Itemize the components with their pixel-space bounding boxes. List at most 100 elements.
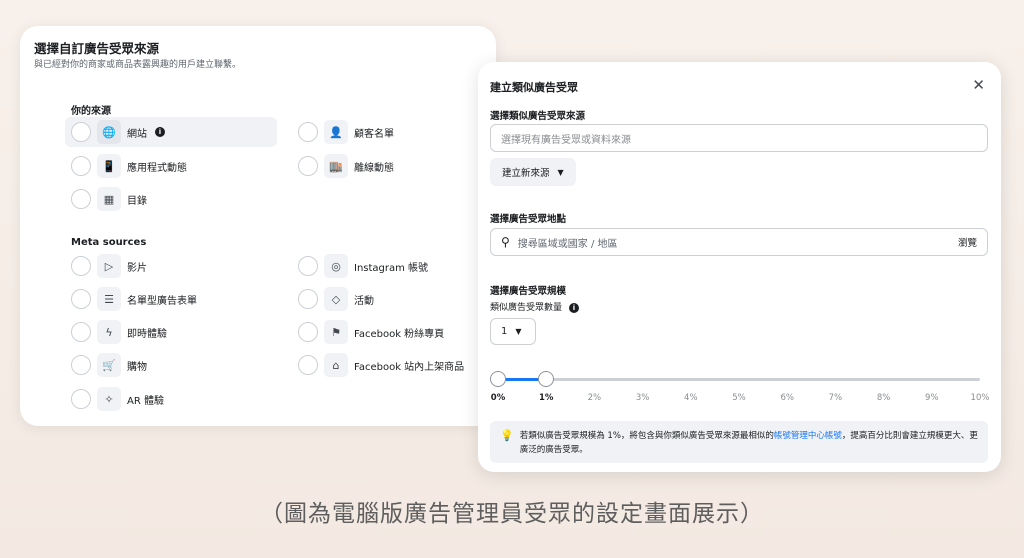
option-label: Facebook 粉絲專頁 <box>354 328 445 340</box>
source-option-facebook-listings[interactable]: ⌂ Facebook 站內上架商品 <box>292 350 492 380</box>
radio-button[interactable] <box>298 156 318 176</box>
source-option-app-activity[interactable]: 📱 應用程式動態 <box>65 151 277 181</box>
slider-end-handle[interactable] <box>538 371 555 387</box>
option-label: 影片 <box>127 262 147 274</box>
source-option-offline-activity[interactable]: 🏬 離線動態 <box>292 151 492 181</box>
option-label: 即時體驗 <box>127 328 167 340</box>
globe-icon: 🌐 <box>97 120 121 144</box>
card-subtitle: 與已經對你的商家或商品表露興趣的用戶建立聯繫。 <box>34 60 242 70</box>
accounts-center-link[interactable]: 帳號管理中心帳號 <box>774 431 842 441</box>
option-label: 網站 <box>127 128 147 140</box>
radio-button[interactable] <box>71 156 91 176</box>
location-placeholder: 搜尋區域或國家 / 地區 <box>517 238 618 250</box>
audience-size-note: 💡 若類似廣告受眾規模為 1%，將包含與你類似廣告受眾來源最相似的帳號管理中心帳… <box>490 421 988 463</box>
radio-button[interactable] <box>71 355 91 375</box>
source-option-customer-list[interactable]: 👤 顧客名單 <box>292 117 492 147</box>
option-label: 購物 <box>127 361 147 373</box>
card-title: 選擇自訂廣告受眾來源 <box>34 41 160 56</box>
radio-button[interactable] <box>71 189 91 209</box>
page-icon: ⚑ <box>324 320 348 344</box>
slider-tick-label: 3% <box>635 393 650 403</box>
option-label: AR 體驗 <box>127 395 164 407</box>
radio-button[interactable] <box>71 322 91 342</box>
browse-link[interactable]: 瀏覽 <box>958 235 977 249</box>
lookalike-count-select[interactable]: 1 ▼ <box>490 318 536 345</box>
radio-button[interactable] <box>298 322 318 342</box>
note-text-part: 若類似廣告受眾規模為 1%，將包含與你類似廣告受眾來源最相似的 <box>519 431 774 441</box>
button-label: 建立新來源 <box>502 168 550 179</box>
info-icon[interactable]: i <box>155 127 165 137</box>
location-search-input[interactable]: ⚲ 搜尋區域或國家 / 地區 瀏覽 <box>490 228 988 256</box>
your-sources-heading: 你的來源 <box>71 106 111 117</box>
store-icon: 🏬 <box>324 154 348 178</box>
sparkle-icon: ✧ <box>97 387 121 411</box>
source-option-instagram[interactable]: ◎ Instagram 帳號 <box>292 251 492 281</box>
slider-start-handle[interactable] <box>490 371 506 387</box>
location-field-label: 選擇廣告受眾地點 <box>490 214 567 225</box>
cart-icon: 🛒 <box>97 353 121 377</box>
meta-sources-heading: Meta sources <box>71 237 147 248</box>
radio-button[interactable] <box>71 389 91 409</box>
grid-icon: ▦ <box>97 187 121 211</box>
slider-tick-label: 4% <box>684 393 698 403</box>
source-option-website[interactable]: 🌐 網站 i <box>65 117 277 147</box>
source-input[interactable]: 選擇現有廣告受眾或資料來源 <box>490 124 988 152</box>
lookalike-audience-dialog: 建立類似廣告受眾 ✕ 選擇類似廣告受眾來源 選擇現有廣告受眾或資料來源 建立新來… <box>478 62 1001 472</box>
radio-button[interactable] <box>71 122 91 142</box>
option-label: Facebook 站內上架商品 <box>354 361 465 373</box>
option-label: Instagram 帳號 <box>354 262 429 274</box>
image-caption: （圖為電腦版廣告管理員受眾的設定畫面展示） <box>260 501 764 527</box>
option-label: 離線動態 <box>354 162 394 174</box>
slider-tick-label: 7% <box>828 393 843 403</box>
radio-button[interactable] <box>298 355 318 375</box>
close-icon[interactable]: ✕ <box>972 76 985 94</box>
dialog-title: 建立類似廣告受眾 <box>490 81 578 94</box>
form-list-icon: ☰ <box>97 287 121 311</box>
caret-down-icon: ▼ <box>557 167 564 177</box>
radio-button[interactable] <box>71 256 91 276</box>
count-label-text: 類似廣告受眾數量 <box>490 303 563 313</box>
source-field-label: 選擇類似廣告受眾來源 <box>490 111 586 122</box>
create-new-source-button[interactable]: 建立新來源 ▼ <box>490 158 576 186</box>
custom-audience-source-card: 選擇自訂廣告受眾來源 與已經對你的商家或商品表露興趣的用戶建立聯繫。 你的來源 … <box>20 26 496 426</box>
slider-tick-label: 5% <box>732 393 746 403</box>
option-label: 活動 <box>354 295 374 307</box>
play-icon: ▷ <box>97 254 121 278</box>
count-value: 1 <box>501 326 508 337</box>
option-label: 應用程式動態 <box>127 162 187 174</box>
source-option-shopping[interactable]: 🛒 購物 <box>65 350 277 380</box>
source-option-facebook-page[interactable]: ⚑ Facebook 粉絲專頁 <box>292 317 492 347</box>
slider-tick-label: 9% <box>925 393 939 403</box>
source-option-lead-form[interactable]: ☰ 名單型廣告表單 <box>65 284 277 314</box>
source-option-instant-experience[interactable]: ϟ 即時體驗 <box>65 317 277 347</box>
option-label: 目錄 <box>127 195 147 207</box>
slider-tick-label: 2% <box>587 393 602 403</box>
shop-icon: ⌂ <box>324 353 348 377</box>
lightbulb-icon: 💡 <box>500 429 514 442</box>
instagram-icon: ◎ <box>324 254 348 278</box>
radio-button[interactable] <box>298 256 318 276</box>
user-list-icon: 👤 <box>324 120 348 144</box>
option-label: 顧客名單 <box>354 128 394 140</box>
slider-tick-label: 8% <box>876 393 891 403</box>
note-text: 若類似廣告受眾規模為 1%，將包含與你類似廣告受眾來源最相似的帳號管理中心帳號，… <box>520 429 978 455</box>
bolt-icon: ϟ <box>97 320 121 344</box>
slider-tick-label: 6% <box>780 393 794 403</box>
slider-tick-label: 10% <box>970 393 990 403</box>
source-option-video[interactable]: ▷ 影片 <box>65 251 277 281</box>
source-option-ar-experience[interactable]: ✧ AR 體驗 <box>65 384 277 414</box>
source-option-catalog[interactable]: ▦ 目錄 <box>65 184 277 214</box>
slider-tick-label: 0% <box>490 393 506 403</box>
radio-button[interactable] <box>71 289 91 309</box>
option-label: 名單型廣告表單 <box>127 295 197 307</box>
info-icon[interactable]: i <box>568 303 579 313</box>
source-placeholder: 選擇現有廣告受眾或資料來源 <box>501 134 631 146</box>
radio-button[interactable] <box>298 122 318 142</box>
audience-size-slider[interactable] <box>490 371 980 387</box>
count-field-label: 類似廣告受眾數量 i <box>490 300 579 313</box>
search-icon: ⚲ <box>501 235 510 249</box>
radio-button[interactable] <box>298 289 318 309</box>
source-option-events[interactable]: ◇ 活動 <box>292 284 492 314</box>
caret-down-icon: ▼ <box>515 327 522 336</box>
ticket-icon: ◇ <box>324 287 348 311</box>
